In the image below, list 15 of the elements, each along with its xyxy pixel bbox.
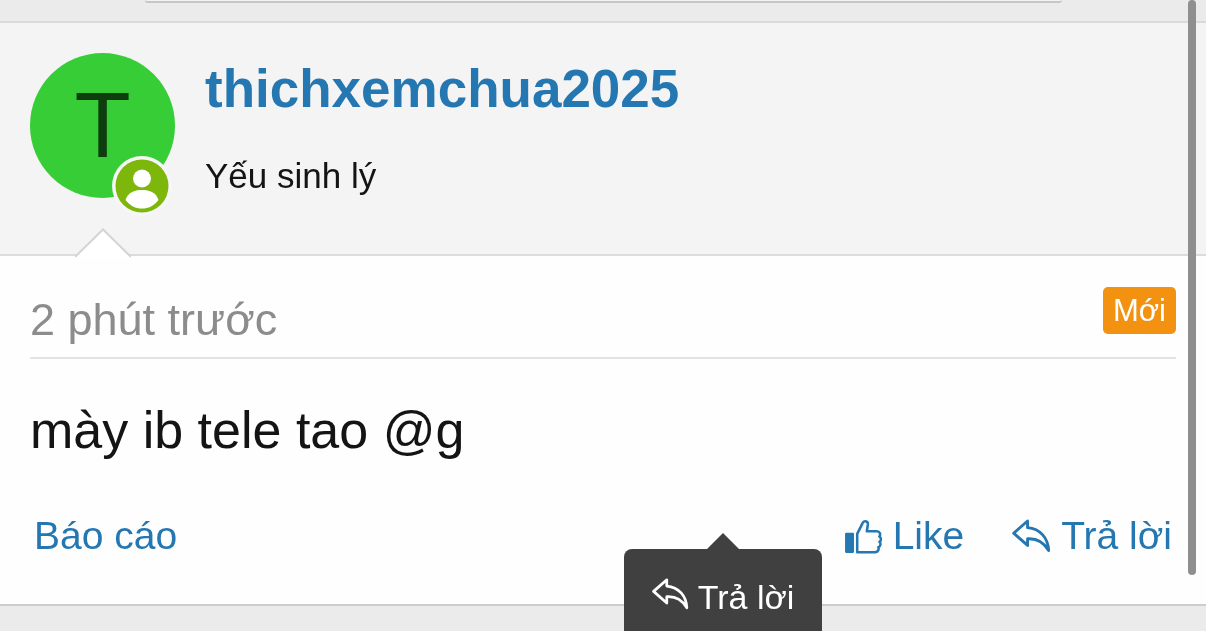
scrollbar-thumb[interactable] xyxy=(1188,0,1196,575)
avatar: T xyxy=(30,53,175,198)
reply-icon xyxy=(1012,518,1053,554)
user-title: Yếu sinh lý xyxy=(205,156,378,196)
tooltip-text: Trả lời xyxy=(697,577,795,617)
post-time: 2 phút trước xyxy=(30,294,278,346)
username-link[interactable]: thichxemchua2025 xyxy=(205,59,680,119)
reply-icon xyxy=(651,577,690,611)
report-link[interactable]: Báo cáo xyxy=(34,514,178,558)
like-link[interactable]: Like xyxy=(843,514,965,558)
reply-link[interactable]: Trả lời xyxy=(1012,514,1172,558)
post-message: mày ib tele tao @g xyxy=(30,400,466,460)
new-badge: Mới xyxy=(1102,287,1176,334)
thumbs-up-icon xyxy=(843,518,882,554)
user-icon xyxy=(112,156,172,216)
